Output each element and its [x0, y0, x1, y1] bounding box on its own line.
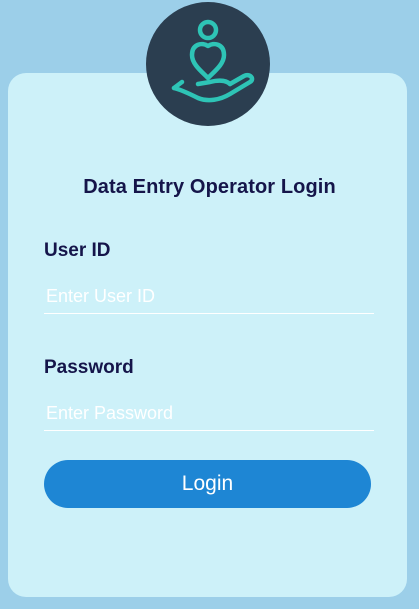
login-button[interactable]: Login [44, 460, 371, 508]
password-input[interactable] [44, 397, 374, 431]
heart-in-hand-icon [171, 19, 255, 103]
login-page: Data Entry Operator Login User ID Passwo… [0, 0, 419, 609]
page-title: Data Entry Operator Login [83, 176, 336, 198]
login-card [8, 73, 407, 597]
logo [146, 2, 270, 126]
password-label: Password [44, 357, 134, 378]
user-id-input[interactable] [44, 280, 374, 314]
user-id-label: User ID [44, 240, 111, 261]
